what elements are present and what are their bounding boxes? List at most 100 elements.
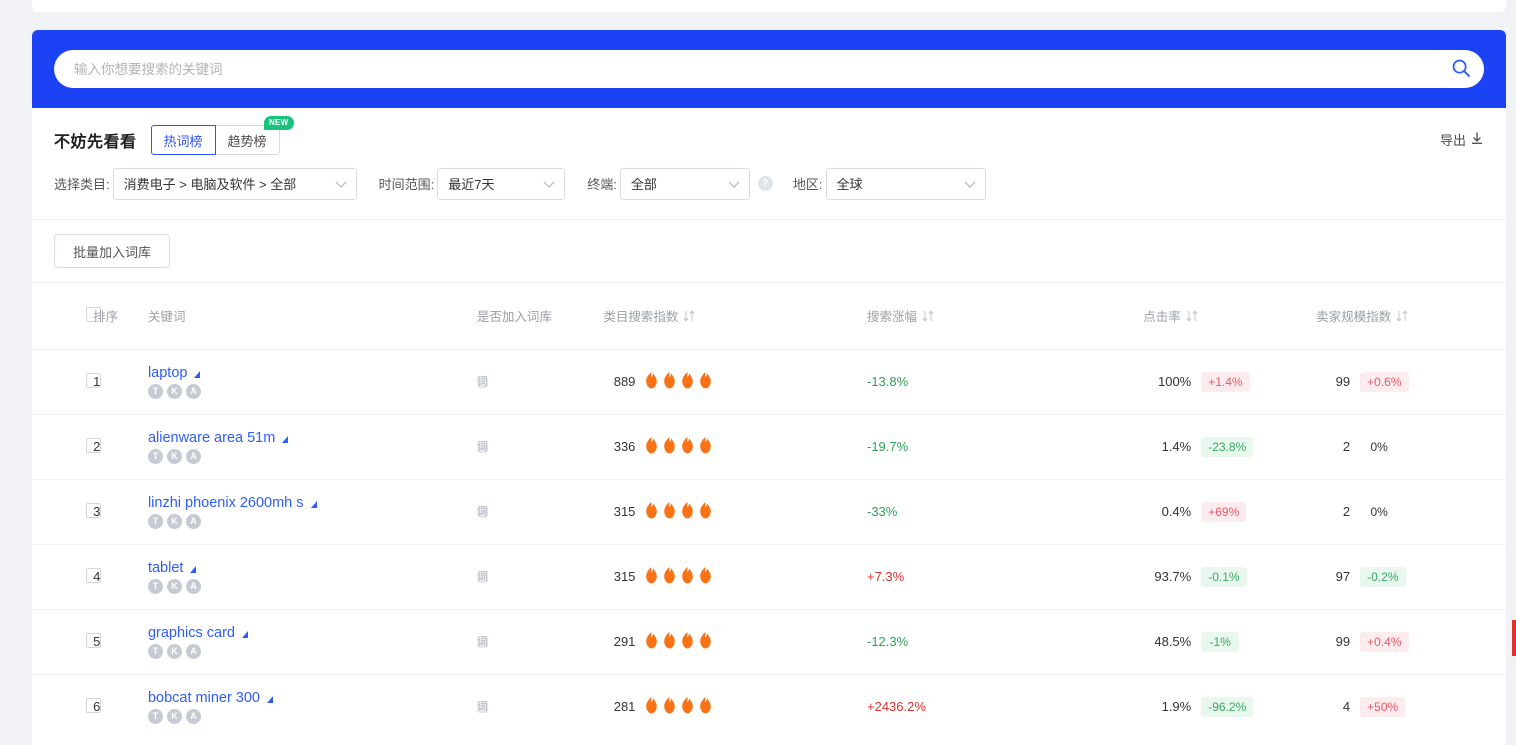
search-input[interactable]: [54, 50, 1484, 88]
ctr-value: 1.9%: [1143, 699, 1191, 714]
row-keyword-cell: bobcat miner 300 TKA: [148, 674, 477, 739]
header-ctr: 点击率: [1143, 283, 1316, 349]
keyword-link[interactable]: alienware area 51m: [148, 430, 275, 446]
sort-arrows-icon: [683, 309, 695, 323]
row-library-cell: 词: [477, 414, 604, 479]
expand-triangle-icon[interactable]: [282, 436, 288, 443]
keyword-link[interactable]: linzhi phoenix 2600mh s: [148, 495, 304, 511]
rank-value: 2: [93, 439, 100, 454]
rank-value: 3: [93, 504, 100, 519]
add-to-library-icon[interactable]: 词: [477, 506, 488, 518]
category-label: 选择类目:: [54, 174, 110, 193]
keyword-badge-a[interactable]: A: [186, 709, 201, 724]
add-to-library-icon[interactable]: 词: [477, 636, 488, 648]
search-bar: [54, 50, 1484, 88]
row-search-index-cell: 291: [603, 609, 867, 674]
table-row: 1laptopTKA词889-13.8%100%+1.4%99+0.6%: [32, 349, 1506, 414]
flame-icon: [643, 501, 660, 523]
ctr-delta-badge: +69%: [1201, 502, 1246, 522]
row-seller-scale-cell: 99+0.4%: [1316, 609, 1506, 674]
row-select-cell: [32, 349, 93, 414]
keyword-badge-k[interactable]: K: [167, 449, 182, 464]
keyword-badge-t[interactable]: T: [148, 384, 163, 399]
header-search-index: 类目搜索指数: [603, 283, 867, 349]
row-ctr-cell: 48.5%-1%: [1143, 609, 1316, 674]
ctr-value: 93.7%: [1143, 569, 1191, 584]
sort-search-index[interactable]: 类目搜索指数: [603, 306, 695, 325]
keyword-badge-t[interactable]: T: [148, 709, 163, 724]
keyword-link[interactable]: bobcat miner 300: [148, 690, 260, 706]
batch-add-to-library-button[interactable]: 批量加入词库: [54, 234, 170, 268]
sort-seller-scale[interactable]: 卖家规模指数: [1316, 306, 1408, 325]
header-seller-scale-label: 卖家规模指数: [1316, 306, 1391, 325]
terminal-value: 全部: [631, 174, 657, 193]
add-to-library-icon[interactable]: 词: [477, 376, 488, 388]
ctr-value: 0.4%: [1143, 504, 1191, 519]
expand-triangle-icon[interactable]: [190, 566, 196, 573]
keyword-badge-k[interactable]: K: [167, 644, 182, 659]
rank-value: 5: [93, 634, 100, 649]
row-keyword-cell: tablet TKA: [148, 544, 477, 609]
table-row: 4tabletTKA词315+7.3%93.7%-0.1%97-0.2%: [32, 544, 1506, 609]
keyword-badge-k[interactable]: K: [167, 579, 182, 594]
add-to-library-icon[interactable]: 词: [477, 571, 488, 583]
time-range-select[interactable]: 最近7天: [437, 168, 565, 200]
header-keyword: 关键词: [148, 283, 477, 349]
row-search-index-cell: 315: [603, 544, 867, 609]
search-index-value: 281: [603, 699, 635, 714]
keyword-badge-t[interactable]: T: [148, 644, 163, 659]
tab-hot-words[interactable]: 热词榜: [151, 125, 216, 155]
category-select[interactable]: 消费电子 > 电脑及软件 > 全部: [113, 168, 357, 200]
search-button[interactable]: [1446, 54, 1476, 84]
sort-search-growth[interactable]: 搜索涨幅: [867, 306, 934, 325]
seller-delta-badge: 0%: [1360, 437, 1398, 457]
flame-icon: [697, 371, 714, 393]
keyword-badge-t[interactable]: T: [148, 514, 163, 529]
add-to-library-icon[interactable]: 词: [477, 701, 488, 713]
keyword-badge-a[interactable]: A: [186, 644, 201, 659]
flame-icon: [643, 566, 660, 588]
sort-ctr[interactable]: 点击率: [1143, 306, 1198, 325]
flame-icon: [643, 371, 660, 393]
expand-triangle-icon[interactable]: [267, 696, 273, 703]
keyword-badge-a[interactable]: A: [186, 449, 201, 464]
row-search-growth-cell: -33%: [867, 479, 1143, 544]
row-library-cell: 词: [477, 349, 604, 414]
keyword-badge-t[interactable]: T: [148, 579, 163, 594]
keyword-link[interactable]: laptop: [148, 365, 188, 381]
keyword-badge-k[interactable]: K: [167, 514, 182, 529]
row-rank-cell: 3: [93, 479, 148, 544]
question-mark-icon[interactable]: ?: [758, 176, 773, 191]
expand-triangle-icon[interactable]: [242, 631, 248, 638]
flame-icon: [697, 631, 714, 653]
keyword-badge-k[interactable]: K: [167, 709, 182, 724]
chevron-down-icon: [728, 176, 740, 191]
flame-icon: [661, 631, 678, 653]
keyword-link[interactable]: tablet: [148, 560, 183, 576]
flame-icon: [679, 501, 696, 523]
row-ctr-cell: 93.7%-0.1%: [1143, 544, 1316, 609]
sort-arrows-icon: [1396, 309, 1408, 323]
terminal-select[interactable]: 全部: [620, 168, 750, 200]
row-ctr-cell: 100%+1.4%: [1143, 349, 1316, 414]
keyword-badge-k[interactable]: K: [167, 384, 182, 399]
flame-icon: [697, 696, 714, 718]
heat-flames: [643, 501, 714, 523]
tab-group: 热词榜 趋势榜 NEW: [151, 125, 280, 155]
keyword-badge-a[interactable]: A: [186, 514, 201, 529]
expand-triangle-icon[interactable]: [311, 501, 317, 508]
export-button[interactable]: 导出: [1440, 130, 1484, 149]
add-to-library-icon[interactable]: 词: [477, 441, 488, 453]
keyword-badge-a[interactable]: A: [186, 579, 201, 594]
filters-row: 选择类目: 消费电子 > 电脑及软件 > 全部 时间范围: 最近7天 终: [32, 156, 1506, 220]
category-value: 消费电子 > 电脑及软件 > 全部: [124, 174, 297, 193]
export-label: 导出: [1440, 130, 1466, 149]
region-select[interactable]: 全球: [826, 168, 986, 200]
keyword-link[interactable]: graphics card: [148, 625, 235, 641]
row-ctr-cell: 0.4% +69%: [1143, 479, 1316, 544]
expand-triangle-icon[interactable]: [194, 371, 200, 378]
row-library-cell: 词: [477, 479, 604, 544]
keyword-badge-a[interactable]: A: [186, 384, 201, 399]
tab-trend[interactable]: 趋势榜 NEW: [216, 125, 280, 155]
keyword-badge-t[interactable]: T: [148, 449, 163, 464]
